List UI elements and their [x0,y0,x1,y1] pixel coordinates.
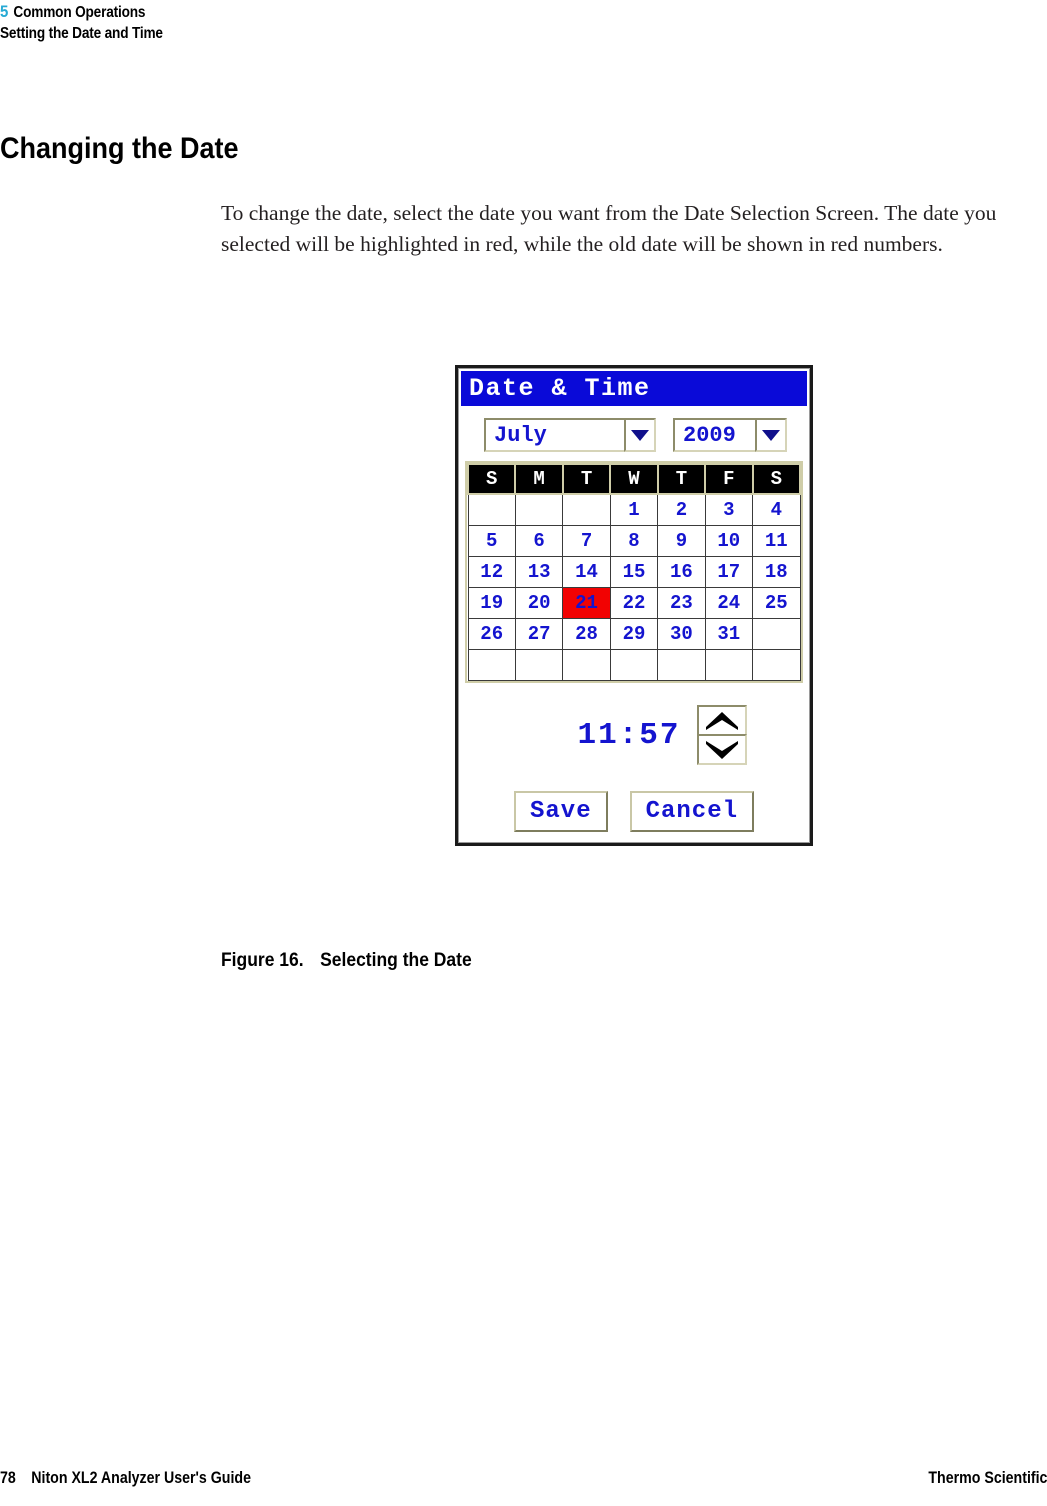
calendar-day[interactable]: 5 [467,525,516,557]
calendar-grid[interactable]: SMTWTFS 1 2 3 4 5 6 7 8 9 10 11 12 13 14 15 16 17 18 19 20 2… [465,461,803,683]
footer-left-group: 78 Niton XL2 Analyzer User's Guide [0,1469,251,1488]
calendar-day-empty [752,649,801,681]
running-header: 5 Common Operations Setting the Date and … [0,2,700,43]
calendar-day[interactable]: 2 [657,493,706,526]
chevron-down-icon [631,429,649,441]
screen-title: Date & Time [469,374,651,403]
calendar-weekday-header: S [751,463,802,495]
calendar-weekday-header: T [656,463,707,495]
brand-name: Thermo Scientific [927,1469,1047,1487]
calendar-day[interactable]: 3 [704,493,754,526]
save-button[interactable]: Save [513,791,608,832]
screen-action-buttons: Save Cancel [458,791,810,832]
calendar-header-row: SMTWTFS [466,463,802,495]
calendar-day[interactable]: 9 [657,525,706,557]
body-paragraph: To change the date, select the date you … [221,200,997,256]
calendar-day[interactable]: 22 [609,587,659,619]
calendar-week-row: 1234 [467,493,801,526]
calendar-day[interactable]: 16 [657,556,706,588]
calendar-day-empty [562,493,611,526]
figure-caption: Figure 16. Selecting the Date [221,950,472,972]
chevron-down-icon [705,740,738,759]
year-dropdown-button[interactable] [755,418,787,452]
guide-title: Niton XL2 Analyzer User's Guide [31,1469,251,1487]
time-decrement-button[interactable] [696,734,747,765]
month-dropdown-value[interactable]: July [484,418,626,452]
calendar-week-row: 26 27 28 29 30 31 [467,618,801,650]
calendar-weekday-header: S [466,463,517,495]
calendar-day-empty [704,649,754,681]
running-header-section-line: Setting the Date and Time [0,25,163,42]
calendar-day-empty [609,649,659,681]
calendar-weekday-header: T [561,463,612,495]
calendar-day-empty [514,493,564,526]
calendar-day[interactable]: 25 [752,587,801,619]
chapter-title: Common Operations [13,4,146,21]
calendar-day-empty [752,618,801,650]
calendar-day[interactable]: 10 [704,525,754,557]
chevron-up-icon [705,711,738,730]
calendar-day[interactable]: 6 [514,525,564,557]
time-spinner[interactable] [696,705,747,765]
month-dropdown[interactable]: July [484,418,656,452]
calendar-week-row: 5 6 7 8 9 10 11 [467,525,801,557]
calendar-day-empty [514,649,564,681]
figure-title: Selecting the Date [320,950,472,971]
calendar-weekday-header: M [514,463,564,495]
calendar-day[interactable]: 4 [752,493,801,526]
calendar-day[interactable]: 23 [657,587,706,619]
figure-image-date-time-screen: Date & Time July 2009 SMTWTFS 1 2 3 4 5 … [455,365,813,846]
calendar-day-empty [467,493,516,526]
calendar-day[interactable]: 28 [562,618,611,650]
page-title: Changing the Date [0,132,239,166]
calendar-day[interactable]: 14 [562,556,611,588]
calendar-weekday-header: W [609,463,659,495]
calendar-day[interactable]: 13 [514,556,564,588]
calendar-week-row [467,649,801,681]
calendar-day[interactable]: 17 [704,556,754,588]
calendar-day[interactable]: 26 [467,618,516,650]
calendar-day[interactable]: 11 [752,525,801,557]
calendar-day[interactable]: 7 [562,525,611,557]
page-number: 78 [0,1469,16,1487]
calendar-day[interactable]: 12 [467,556,516,588]
calendar-day[interactable]: 19 [467,587,516,619]
calendar-day-empty [467,649,516,681]
calendar-day[interactable]: 27 [514,618,564,650]
time-value[interactable]: 11:57 [577,718,680,753]
running-header-chapter-line: 5 Common Operations [0,2,616,22]
time-increment-button[interactable] [696,705,747,736]
calendar-day-empty [657,649,706,681]
screen-titlebar: Date & Time [461,371,807,406]
calendar-day-selected[interactable]: 21 [562,587,611,619]
calendar-day[interactable]: 31 [704,618,754,650]
cancel-button[interactable]: Cancel [629,791,755,832]
time-setting-row: 11:57 [458,705,810,765]
year-dropdown[interactable]: 2009 [673,418,787,452]
calendar-body: 1 2 3 4 5 6 7 8 9 10 11 12 13 14 15 16 17 18 19 20 21 22 23 24 2… [467,493,801,681]
calendar-day[interactable]: 24 [704,587,754,619]
chapter-number: 5 [0,2,9,21]
calendar-day[interactable]: 30 [657,618,706,650]
calendar-week-row: 19 20 21 22 23 24 25 [467,587,801,619]
calendar-table: SMTWTFS 1 2 3 4 5 6 7 8 9 10 11 12 13 14 15 16 17 18 19 20 2… [466,463,802,681]
calendar-day[interactable]: 8 [609,525,659,557]
calendar-weekday-header: F [704,463,754,495]
figure-label: Figure 16. [221,950,304,971]
calendar-week-row: 12 13 14 15 16 17 18 [467,556,801,588]
calendar-day[interactable]: 29 [609,618,659,650]
calendar-day[interactable]: 15 [609,556,659,588]
calendar-day[interactable]: 1 [609,493,659,526]
calendar-day-previous[interactable]: 20 [514,587,564,619]
device-screen-frame: Date & Time July 2009 SMTWTFS 1 2 3 4 5 … [455,365,813,846]
page-footer: 78 Niton XL2 Analyzer User's Guide Therm… [0,1469,1047,1488]
month-dropdown-button[interactable] [624,418,656,452]
calendar-day[interactable]: 18 [752,556,801,588]
year-dropdown-value[interactable]: 2009 [673,418,757,452]
chevron-down-icon [762,429,780,441]
month-year-selector-row: July 2009 [484,418,810,452]
calendar-day-empty [562,649,611,681]
